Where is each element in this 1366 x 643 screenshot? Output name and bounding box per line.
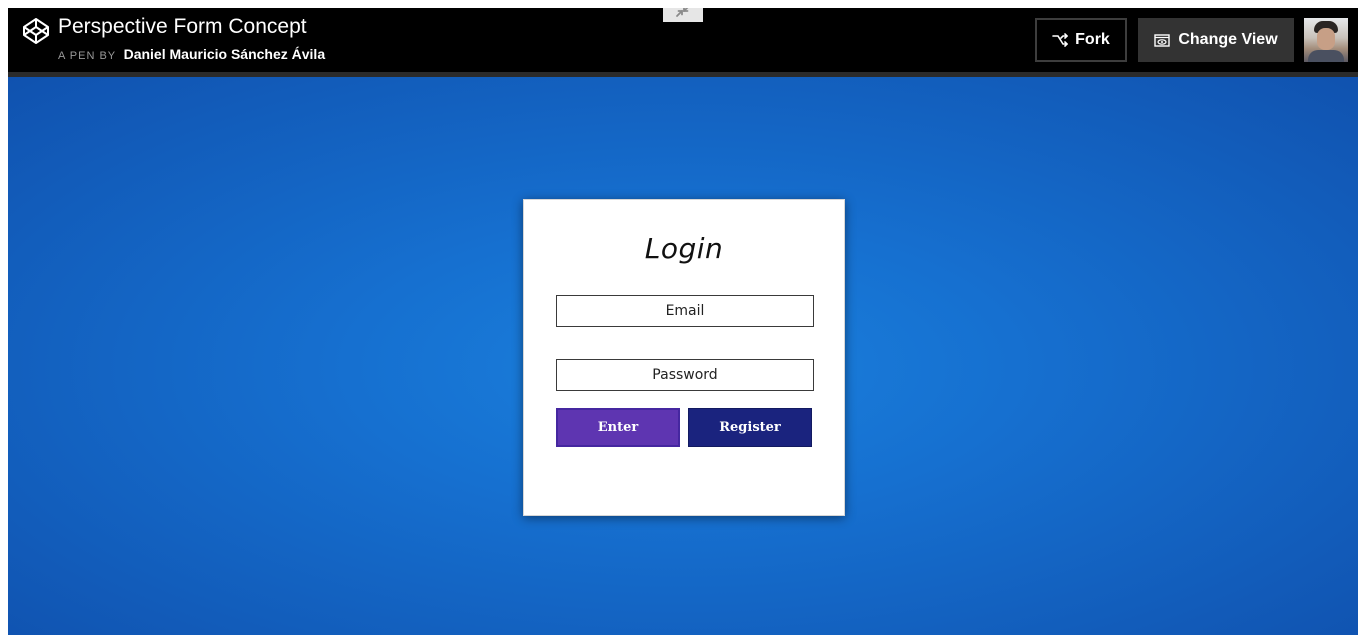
login-title: Login <box>644 232 724 265</box>
result-preview: Login Enter Register <box>8 77 1358 635</box>
password-field[interactable] <box>556 359 814 391</box>
eye-window-icon <box>1154 33 1171 47</box>
pen-title: Perspective Form Concept <box>58 15 307 38</box>
email-field[interactable] <box>556 295 814 327</box>
user-avatar[interactable] <box>1304 18 1348 62</box>
enter-button[interactable]: Enter <box>556 408 680 447</box>
fork-label: Fork <box>1075 31 1110 48</box>
fork-button[interactable]: Fork <box>1035 18 1127 62</box>
change-view-label: Change View <box>1178 31 1278 48</box>
collapse-arrows-icon <box>676 8 689 17</box>
change-view-button[interactable]: Change View <box>1138 18 1294 62</box>
fork-icon <box>1052 33 1069 47</box>
author-link[interactable]: Daniel Mauricio Sánchez Ávila <box>124 46 326 62</box>
pen-byline: A PEN BY Daniel Mauricio Sánchez Ávila <box>58 45 325 65</box>
pen-header: Perspective Form Concept A PEN BY Daniel… <box>8 8 1358 77</box>
login-card: Login Enter Register <box>523 199 845 516</box>
byline-prefix: A PEN BY <box>58 50 117 62</box>
pen-frame: Perspective Form Concept A PEN BY Daniel… <box>8 8 1358 635</box>
codepen-logo-icon[interactable] <box>22 17 50 45</box>
register-button[interactable]: Register <box>688 408 812 447</box>
collapse-header-button[interactable] <box>663 8 703 22</box>
